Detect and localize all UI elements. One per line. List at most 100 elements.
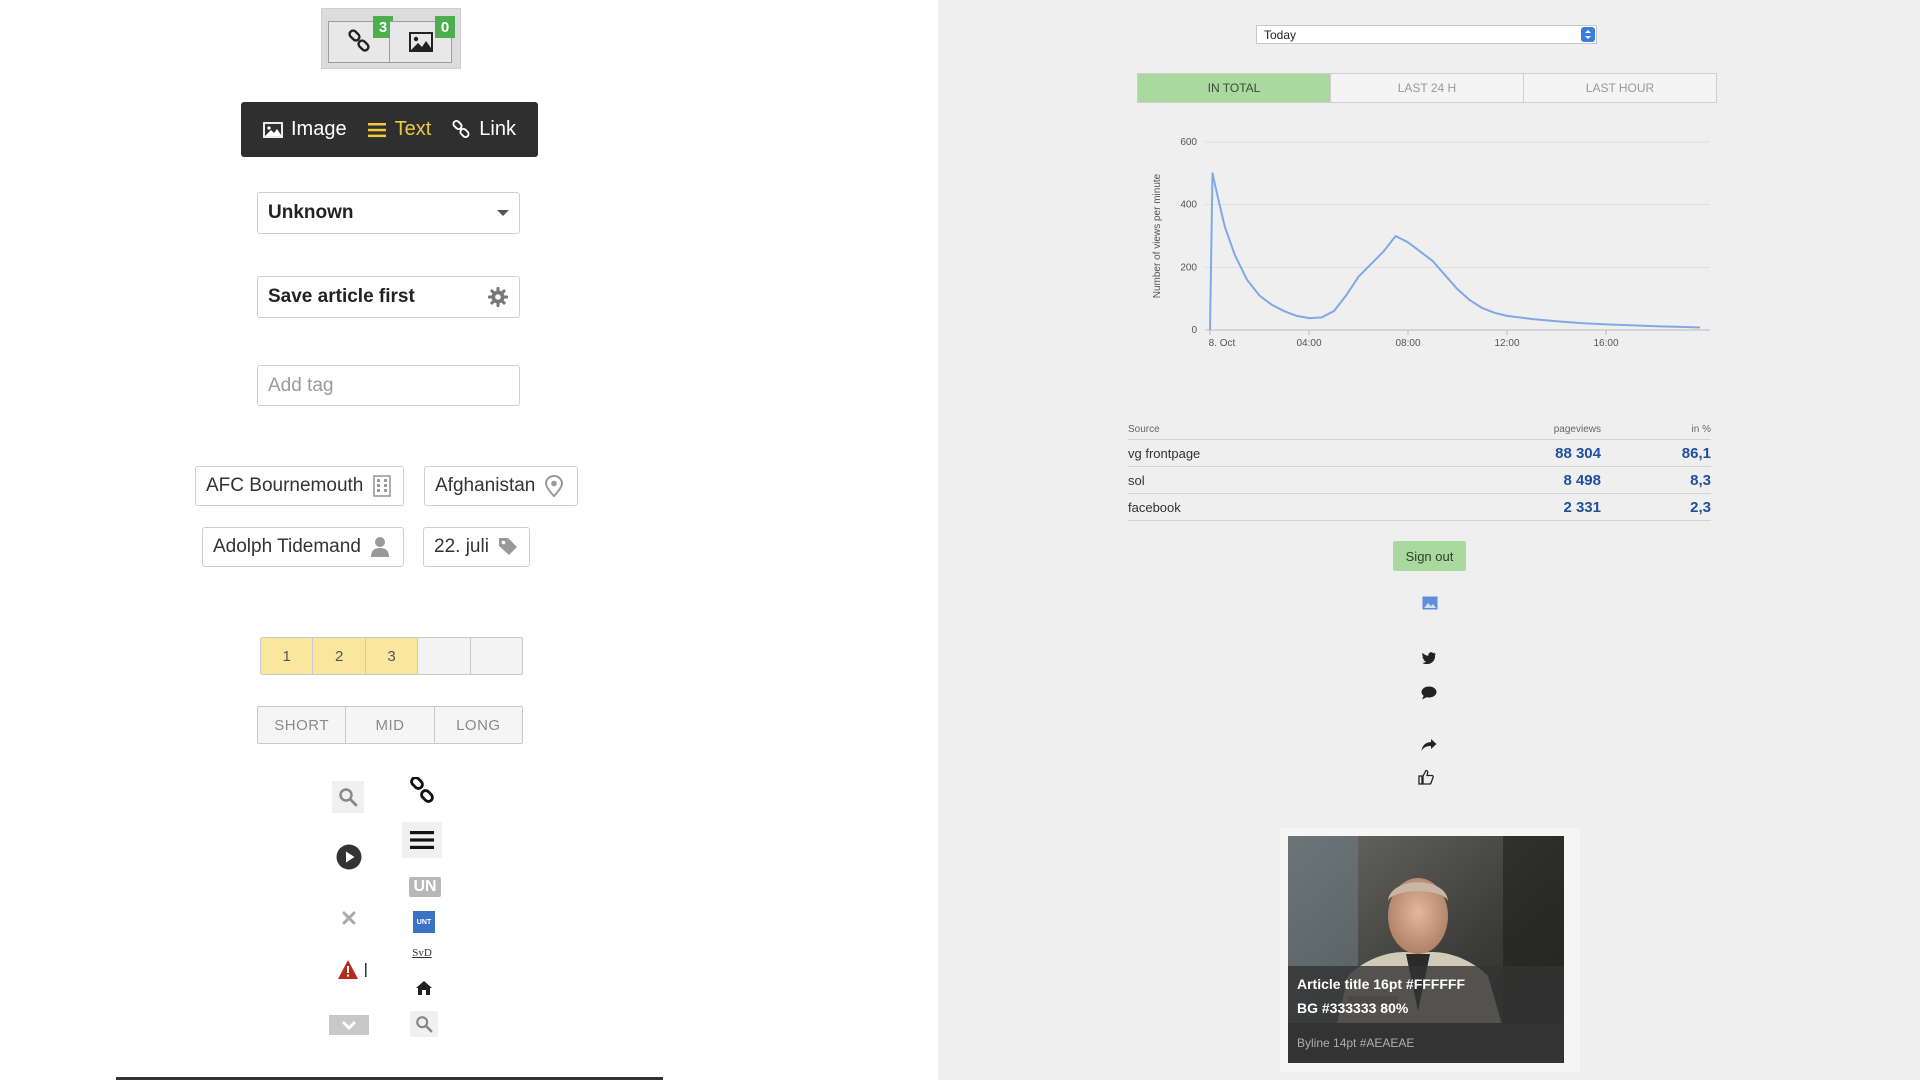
source-name: facebook xyxy=(1128,499,1181,515)
source-pageviews: 88 304 xyxy=(1555,444,1601,462)
y-tick-label: 400 xyxy=(1180,200,1197,211)
date-select[interactable]: Today xyxy=(1256,25,1597,44)
rating-cell-5[interactable] xyxy=(470,638,523,674)
twitter-icon[interactable] xyxy=(1420,649,1438,667)
length-mid-button[interactable]: MID xyxy=(346,707,435,743)
range-tabs: IN TOTAL LAST 24 H LAST HOUR xyxy=(1137,73,1717,103)
tag-chip-person[interactable]: Adolph Tidemand xyxy=(202,527,404,567)
source-pageviews: 2 331 xyxy=(1563,498,1601,516)
x-tick-label: 16:00 xyxy=(1593,338,1618,349)
content-type-selector: Image Text Link xyxy=(241,102,538,157)
tag-chip-label: Adolph Tidemand xyxy=(213,536,361,557)
play-icon[interactable] xyxy=(335,843,363,871)
y-tick-label: 200 xyxy=(1180,262,1197,273)
gear-icon[interactable] xyxy=(487,286,509,308)
comment-icon[interactable] xyxy=(1420,684,1438,702)
pageviews-chart: 0 200 400 600 Number of views per minute 8. O… xyxy=(1152,137,1710,349)
x-tick-label: 12:00 xyxy=(1494,338,1519,349)
table-row: facebook 2 331 2,3 xyxy=(1128,494,1711,521)
rating-cell-2[interactable]: 2 xyxy=(313,638,366,674)
table-row: sol 8 498 8,3 xyxy=(1128,467,1711,494)
rating-cell-4[interactable] xyxy=(418,638,471,674)
chevron-down-icon[interactable] xyxy=(329,1015,369,1035)
menu-icon[interactable] xyxy=(402,822,442,858)
save-article-field[interactable]: Save article first xyxy=(257,276,520,318)
link-icon xyxy=(348,29,370,52)
type-text-button[interactable]: Text xyxy=(367,118,431,141)
tag-chip-topic[interactable]: 22. juli xyxy=(423,527,530,567)
article-preview-card[interactable]: Article title 16pt #FFFFFF BG #333333 80… xyxy=(1280,828,1580,1072)
rating-cell-1[interactable]: 1 xyxy=(261,638,314,674)
image-counter-button[interactable]: 0 xyxy=(390,16,455,63)
article-title-line2: BG #333333 80% xyxy=(1297,1000,1409,1016)
person-icon xyxy=(370,537,389,557)
image-icon xyxy=(263,121,283,138)
link-counter-button[interactable]: 3 xyxy=(328,16,393,63)
un-badge-icon: UN xyxy=(407,876,443,898)
close-icon[interactable] xyxy=(338,907,360,929)
tag-chip-organization[interactable]: AFC Bournemouth xyxy=(195,466,404,506)
x-tick-label: 04:00 xyxy=(1296,338,1321,349)
tag-input[interactable] xyxy=(268,374,509,397)
tab-last-hour[interactable]: LAST HOUR xyxy=(1524,74,1716,102)
length-long-button[interactable]: LONG xyxy=(434,707,522,743)
select-arrows-icon xyxy=(1581,27,1595,42)
tag-icon xyxy=(498,538,517,555)
source-name: sol xyxy=(1128,472,1145,488)
length-selector: SHORT MID LONG xyxy=(257,706,523,744)
article-title-overlay: Article title 16pt #FFFFFF BG #333333 80… xyxy=(1288,966,1564,1023)
list-icon xyxy=(367,122,386,137)
type-link-button[interactable]: Link xyxy=(451,118,516,141)
date-select-value: Today xyxy=(1264,27,1297,42)
source-percent: 8,3 xyxy=(1690,471,1711,489)
tab-in-total[interactable]: IN TOTAL xyxy=(1138,74,1331,102)
x-tick-label: 8. Oct xyxy=(1209,338,1236,349)
table-header-row: Source pageviews in % xyxy=(1128,420,1711,440)
caret-down-icon xyxy=(497,210,509,216)
image-count-badge: 0 xyxy=(435,16,455,38)
search-icon[interactable] xyxy=(410,1011,438,1037)
article-title-line1: Article title 16pt #FFFFFF xyxy=(1297,976,1466,992)
tag-chip-label: 22. juli xyxy=(434,536,489,557)
svd-logo-icon: SvD xyxy=(409,945,435,961)
type-image-button[interactable]: Image xyxy=(263,118,347,141)
header-source: Source xyxy=(1128,424,1160,435)
status-select[interactable]: Unknown xyxy=(257,192,520,234)
building-icon xyxy=(373,475,392,497)
y-tick-label: 600 xyxy=(1180,137,1197,148)
un-badge-label: UN xyxy=(409,877,441,897)
tag-field xyxy=(257,365,520,406)
unt-logo-icon: UNT xyxy=(413,911,435,933)
thumbs-up-icon[interactable] xyxy=(1417,768,1435,786)
source-pageviews: 8 498 xyxy=(1563,471,1601,489)
source-name: vg frontpage xyxy=(1128,445,1201,461)
table-row: vg frontpage 88 304 86,1 xyxy=(1128,440,1711,467)
map-pin-icon xyxy=(545,475,564,497)
link-icon[interactable] xyxy=(407,776,437,806)
status-select-value: Unknown xyxy=(268,202,354,223)
type-image-label: Image xyxy=(291,118,347,140)
tab-last-24h[interactable]: LAST 24 H xyxy=(1331,74,1524,102)
share-icon[interactable] xyxy=(1420,736,1438,754)
priority-rating: 1 2 3 xyxy=(260,637,523,675)
save-article-label: Save article first xyxy=(268,286,415,307)
sources-table: Source pageviews in % vg frontpage 88 30… xyxy=(1128,420,1711,521)
search-icon[interactable] xyxy=(332,781,364,813)
y-tick-label: 0 xyxy=(1191,325,1197,336)
tag-chip-place[interactable]: Afghanistan xyxy=(424,466,578,506)
tag-chip-label: AFC Bournemouth xyxy=(206,475,364,496)
length-short-button[interactable]: SHORT xyxy=(258,707,347,743)
home-icon[interactable] xyxy=(413,978,435,998)
series-line xyxy=(1209,172,1701,331)
source-percent: 86,1 xyxy=(1681,444,1711,462)
sign-out-button[interactable]: Sign out xyxy=(1393,541,1466,571)
y-axis-label: Number of views per minute xyxy=(1152,173,1163,298)
rating-cell-3[interactable]: 3 xyxy=(365,638,419,674)
left-panel: 3 0 Image Text Link Unknown Save article… xyxy=(0,0,938,1080)
counter-group: 3 0 xyxy=(321,8,461,69)
tag-chip-label: Afghanistan xyxy=(435,475,536,496)
image-icon[interactable] xyxy=(1421,594,1439,612)
header-pageviews: pageviews xyxy=(1553,424,1601,435)
image-icon xyxy=(408,32,433,52)
source-percent: 2,3 xyxy=(1690,498,1711,516)
